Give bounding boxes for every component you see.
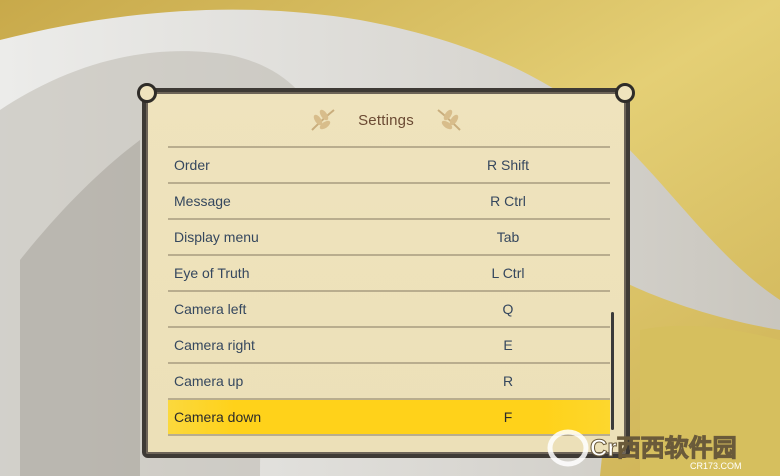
site-watermark-logo: Cr西西软件园 CR173.COM [547, 429, 742, 471]
key-value: E [503, 337, 513, 353]
keybinding-row-order[interactable]: Order R Shift [168, 148, 610, 184]
action-label: Order [174, 157, 210, 173]
keybinding-row-camera-right[interactable]: Camera right E [168, 328, 610, 364]
keybinding-row-camera-left[interactable]: Camera left Q [168, 292, 610, 328]
keybinding-row-camera-up[interactable]: Camera up R [168, 364, 610, 400]
key-value: R Ctrl [490, 193, 526, 209]
action-label: Eye of Truth [174, 265, 250, 281]
action-label: Message [174, 193, 231, 209]
key-value: Tab [496, 229, 520, 245]
action-label: Camera left [174, 301, 247, 317]
action-label: Camera down [174, 409, 262, 425]
page-title: Settings [358, 111, 414, 129]
settings-panel: Settings Order R Shift Message R Ctrl Di… [137, 83, 635, 458]
key-value: L Ctrl [491, 265, 525, 281]
action-label: Camera right [174, 337, 255, 353]
svg-text:Cr西西软件园: Cr西西软件园 [590, 434, 737, 462]
svg-text:CR173.COM: CR173.COM [690, 461, 742, 471]
keybinding-list: Order R Shift Message R Ctrl Display men… [168, 146, 610, 436]
scrollbar[interactable] [611, 312, 614, 430]
wheat-ornament-icon [437, 109, 461, 131]
keybinding-row-display-menu[interactable]: Display menu Tab [168, 220, 610, 256]
action-label: Display menu [174, 229, 259, 245]
keybinding-row-eye-of-truth[interactable]: Eye of Truth L Ctrl [168, 256, 610, 292]
key-value: R Shift [486, 157, 529, 173]
wheat-ornament-icon [311, 109, 335, 131]
key-value: F [503, 409, 513, 425]
key-value: R [502, 373, 514, 389]
keybinding-row-message[interactable]: Message R Ctrl [168, 184, 610, 220]
key-value: Q [502, 301, 514, 317]
action-label: Camera up [174, 373, 244, 389]
panel-header: Settings [146, 100, 626, 140]
